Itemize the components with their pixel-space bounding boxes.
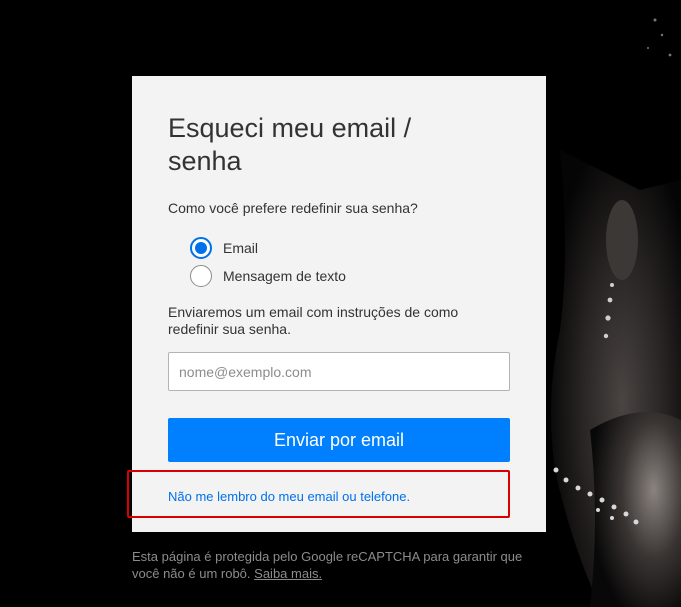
option-text-message-label: Mensagem de texto — [223, 268, 346, 284]
recaptcha-notice: Esta página é protegida pelo Google reCA… — [132, 548, 552, 582]
text-message-radio[interactable] — [190, 265, 212, 287]
send-email-button[interactable]: Enviar por email — [168, 418, 510, 462]
instructions-text: Enviaremos um email com instruções de co… — [168, 304, 459, 337]
option-email[interactable]: Email — [190, 234, 510, 262]
forgot-email-phone-link[interactable]: Não me lembro do meu email ou telefone. — [168, 489, 510, 504]
reset-card: Esqueci meu email / senha Como você pref… — [132, 76, 546, 532]
email-field[interactable] — [168, 352, 510, 391]
learn-more-link[interactable]: Saiba mais. — [254, 566, 322, 581]
option-email-label: Email — [223, 240, 259, 256]
radio-selected-dot — [195, 242, 207, 254]
page: Esqueci meu email / senha Como você pref… — [0, 0, 681, 607]
reset-method-question: Como você prefere redefinir sua senha? — [168, 200, 418, 216]
option-text-message[interactable]: Mensagem de texto — [190, 262, 510, 290]
email-radio[interactable] — [190, 237, 212, 259]
page-title: Esqueci meu email / senha — [168, 113, 412, 176]
recaptcha-text: Esta página é protegida pelo Google reCA… — [132, 549, 523, 581]
